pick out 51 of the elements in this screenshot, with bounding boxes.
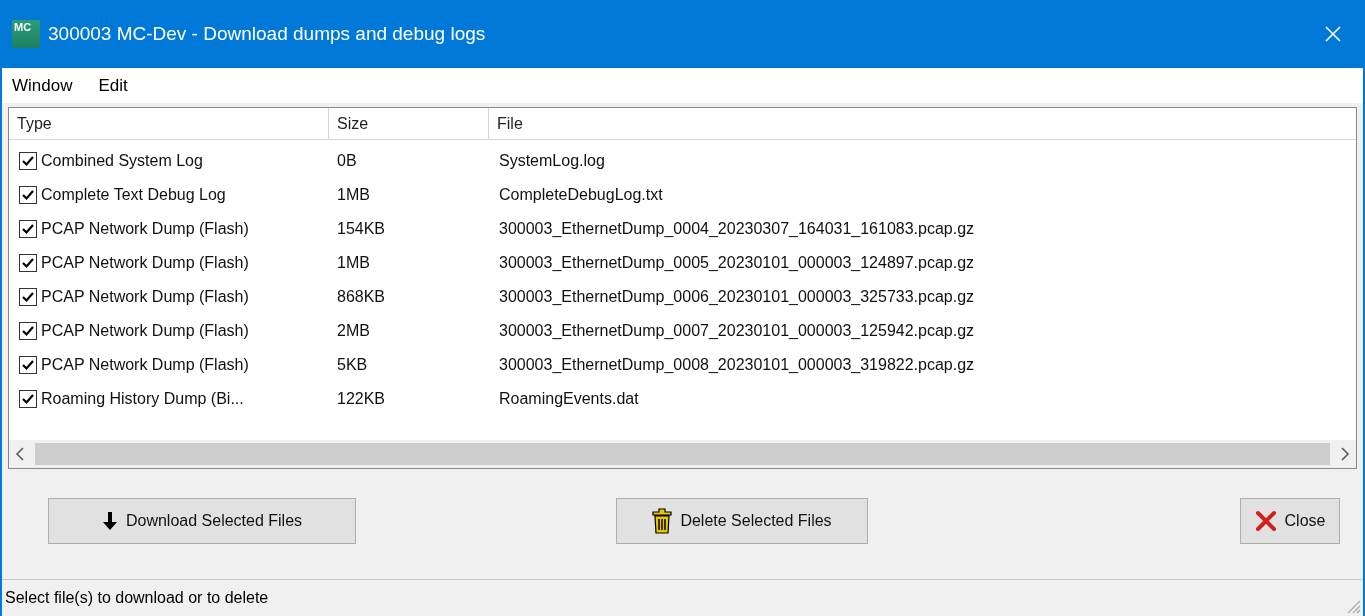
menu-item[interactable]: Edit [98, 72, 128, 99]
table-cell-text: Complete Text Debug Log [41, 185, 226, 205]
column-header[interactable]: File [489, 108, 1356, 139]
table-cell-text: PCAP Network Dump (Flash) [41, 287, 249, 307]
table-cell: 154KB [337, 220, 386, 237]
table-cell-text: PCAP Network Dump (Flash) [41, 219, 249, 239]
checkbox[interactable] [19, 186, 37, 204]
checkbox[interactable] [19, 288, 37, 306]
table-cell: 300003_EthernetDump_0006_20230101_000003_325733.pcap.gz [499, 288, 975, 305]
table-cell: CompleteDebugLog.txt [499, 186, 663, 203]
table-cell: 2MB [337, 322, 370, 339]
table-cell: 300003_EthernetDump_0004_20230307_164031_161083.pcap.gz [499, 220, 975, 237]
scroll-right-icon[interactable] [1340, 447, 1350, 461]
table-cell: SystemLog.log [499, 152, 605, 169]
checkbox[interactable] [19, 254, 37, 272]
table-cell: 300003_EthernetDump_0007_20230101_000003_125942.pcap.gz [499, 322, 975, 339]
horizontal-scrollbar[interactable] [9, 440, 1356, 468]
trash-icon [652, 508, 673, 534]
table-cell: 1MB [337, 254, 370, 271]
table-cell: RoamingEvents.dat [499, 390, 639, 407]
table-cell-text: PCAP Network Dump (Flash) [41, 355, 249, 375]
checkbox[interactable] [19, 322, 37, 340]
checkbox[interactable] [19, 390, 37, 408]
resize-grip-icon[interactable] [1345, 598, 1361, 614]
window-title: 300003 MC-Dev - Download dumps and debug logs [48, 21, 486, 46]
close-button[interactable]: Close [1240, 498, 1340, 544]
table-cell: 1MB [337, 186, 370, 203]
checkbox[interactable] [19, 220, 37, 238]
scroll-left-icon[interactable] [15, 447, 25, 461]
table-cell: 122KB [337, 390, 386, 407]
table-cell: 868KB [337, 288, 386, 305]
table-cell-text: PCAP Network Dump (Flash) [41, 253, 249, 273]
table-cell-text: Roaming History Dump (Bi... [41, 389, 244, 409]
column-header[interactable]: Type [9, 108, 329, 139]
status-text: Select file(s) to download or to delete [5, 588, 269, 608]
app-logo: MC [12, 20, 40, 48]
scrollbar-thumb[interactable] [35, 443, 1330, 465]
column-header[interactable]: Size [329, 108, 489, 139]
checkbox[interactable] [19, 152, 37, 170]
table-cell: 0B [337, 152, 357, 169]
table-cell-text: Combined System Log [41, 151, 203, 171]
download-button[interactable]: Download Selected Files [48, 498, 356, 544]
down-arrow-icon [101, 511, 118, 531]
table-cell-text: PCAP Network Dump (Flash) [41, 321, 249, 341]
table-cell: 300003_EthernetDump_0005_20230101_000003_124897.pcap.gz [499, 254, 975, 271]
close-icon [1254, 510, 1277, 532]
delete-button[interactable]: Delete Selected Files [616, 498, 868, 544]
table-cell: 5KB [337, 356, 368, 373]
menu-item[interactable]: Window [12, 72, 73, 99]
checkbox[interactable] [19, 356, 37, 374]
table-cell: 300003_EthernetDump_0008_20230101_000003_319822.pcap.gz [499, 356, 975, 373]
